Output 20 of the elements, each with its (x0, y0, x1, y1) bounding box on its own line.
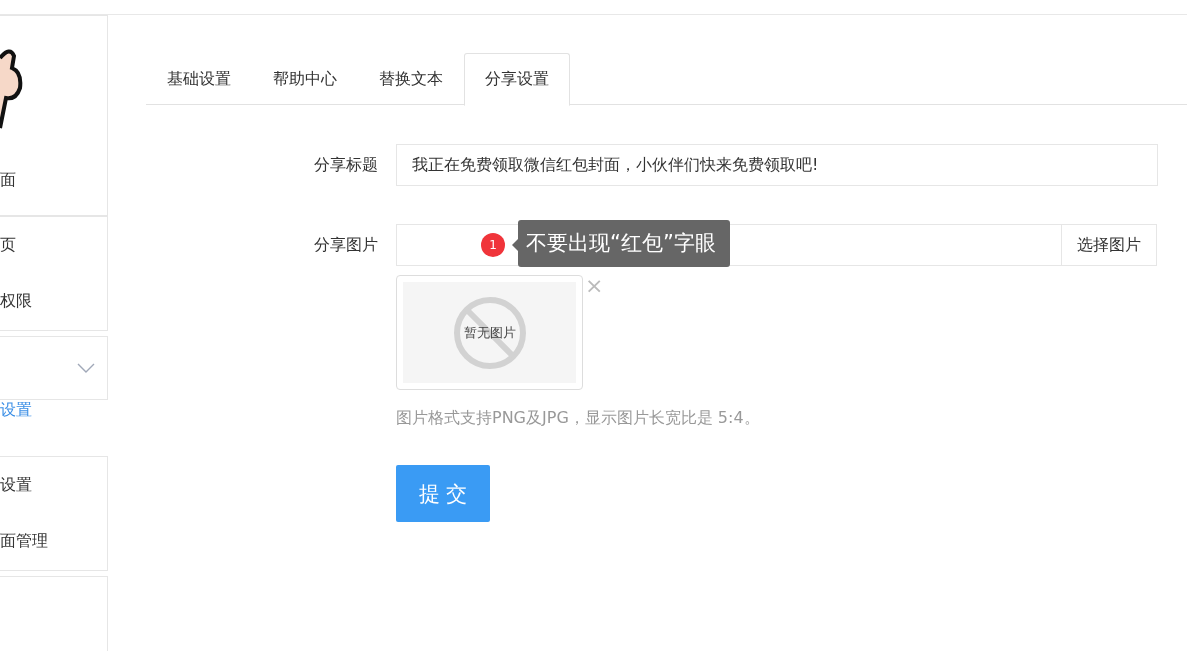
input-field[interactable]: 我正在免费领取微信红包封面，小伙伴们快来免费领取吧! (396, 144, 1158, 186)
placeholder-text: 暂无图片 (463, 323, 516, 342)
tooltip-arrow-icon (512, 239, 518, 251)
sidebar-item[interactable]: 设置 (0, 474, 32, 496)
sidebar-item[interactable]: 面管理 (0, 531, 48, 553)
tab[interactable]: 基础设置 (146, 53, 252, 105)
tab[interactable]: 分享设置 (464, 53, 570, 106)
field-label: 分享标题 (313, 154, 379, 176)
sidebar-item[interactable]: 权限 (0, 291, 32, 313)
sidebar-item[interactable]: 页 (0, 234, 16, 256)
sidebar-item[interactable]: 设置 (0, 400, 32, 421)
hint-text: 图片格式支持PNG及JPG，显示图片长宽比是 5:4。 (396, 408, 760, 429)
tab[interactable]: 帮助中心 (252, 53, 358, 105)
chevron-icon (77, 363, 95, 373)
no-image-icon (452, 295, 527, 370)
field-label: 分享图片 (313, 234, 379, 256)
choose-image-button[interactable]: 选择图片 (1061, 224, 1157, 266)
sidebar-item[interactable]: 面 (0, 170, 16, 191)
tab[interactable]: 替换文本 (358, 53, 464, 105)
tooltip: 不要出现“红包”字眼 (518, 220, 730, 267)
